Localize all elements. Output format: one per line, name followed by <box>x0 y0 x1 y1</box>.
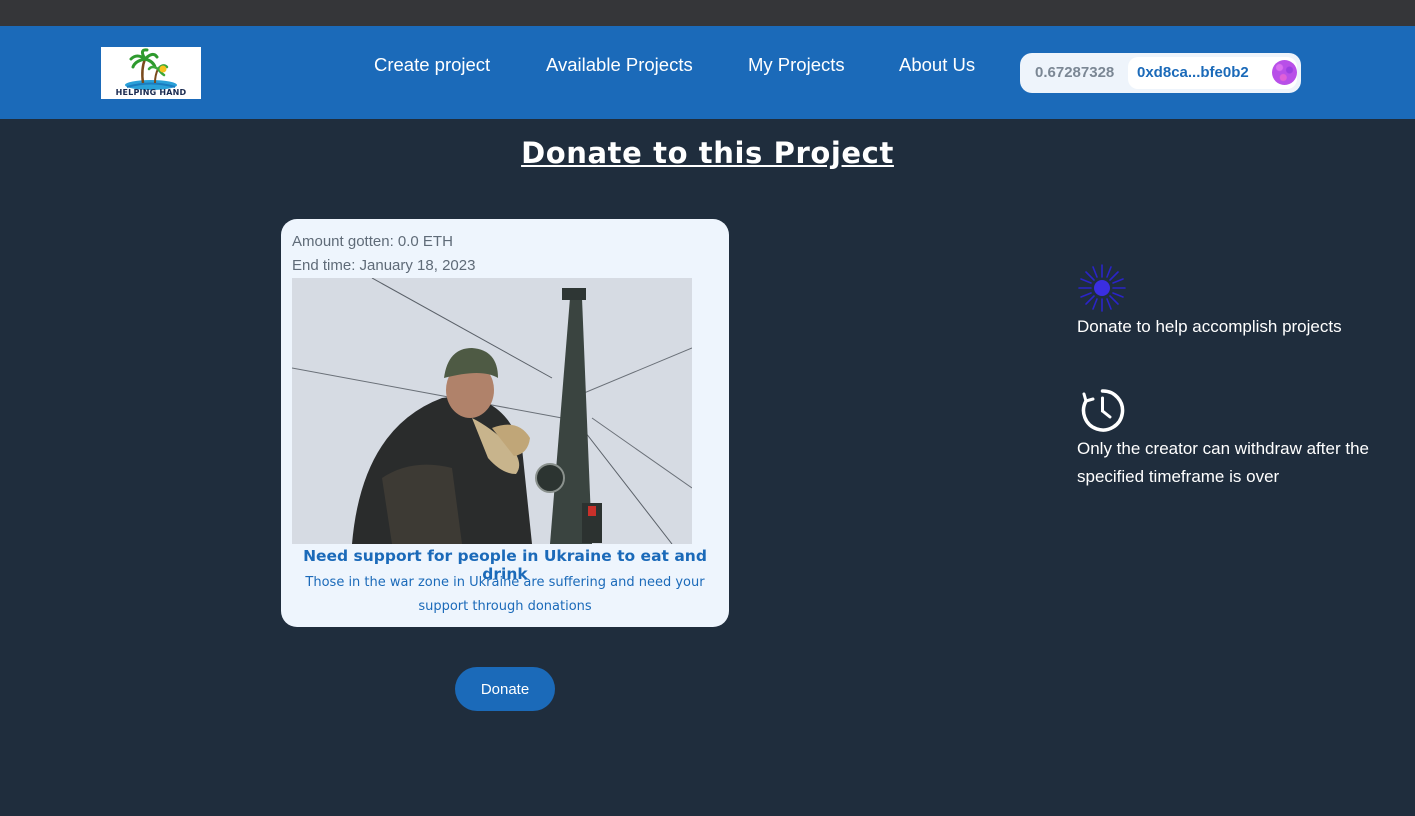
nav-create-project[interactable]: Create project <box>374 54 490 76</box>
feature-donate-text: Donate to help accomplish projects <box>1077 317 1342 336</box>
amount-gotten: Amount gotten: 0.0 ETH <box>292 233 453 250</box>
project-image <box>292 278 692 544</box>
clock-icon <box>1080 388 1125 433</box>
page-title: Donate to this Project <box>521 136 894 170</box>
feature-withdraw-text: Only the creator can withdraw after the … <box>1077 439 1369 486</box>
project-card: Amount gotten: 0.0 ETH End time: January… <box>281 219 729 627</box>
wallet-connect-button[interactable]: 0.67287328 0xd8ca...bfe0b2 <box>1020 53 1301 93</box>
logo-text: HELPING HAND <box>115 88 187 97</box>
helping-hand-logo[interactable]: HELPING HAND <box>101 47 201 99</box>
nav-my-projects[interactable]: My Projects <box>748 54 845 76</box>
wallet-balance: 0.67287328 <box>1035 64 1115 81</box>
sparkle-icon <box>1077 263 1127 313</box>
wallet-address: 0xd8ca...bfe0b2 <box>1137 64 1249 81</box>
nav-available-projects[interactable]: Available Projects <box>546 54 693 76</box>
donate-button[interactable]: Donate <box>455 667 555 711</box>
wallet-avatar-icon <box>1272 60 1297 85</box>
navbar: HELPING HAND Create project Available Pr… <box>0 26 1415 119</box>
project-description: Those in the war zone in Ukraine are suf… <box>305 575 705 614</box>
wallet-address-pill[interactable]: 0xd8ca...bfe0b2 <box>1128 57 1297 89</box>
end-time: End time: January 18, 2023 <box>292 257 476 274</box>
nav-about-us[interactable]: About Us <box>899 54 975 76</box>
browser-top-bar <box>0 0 1415 26</box>
